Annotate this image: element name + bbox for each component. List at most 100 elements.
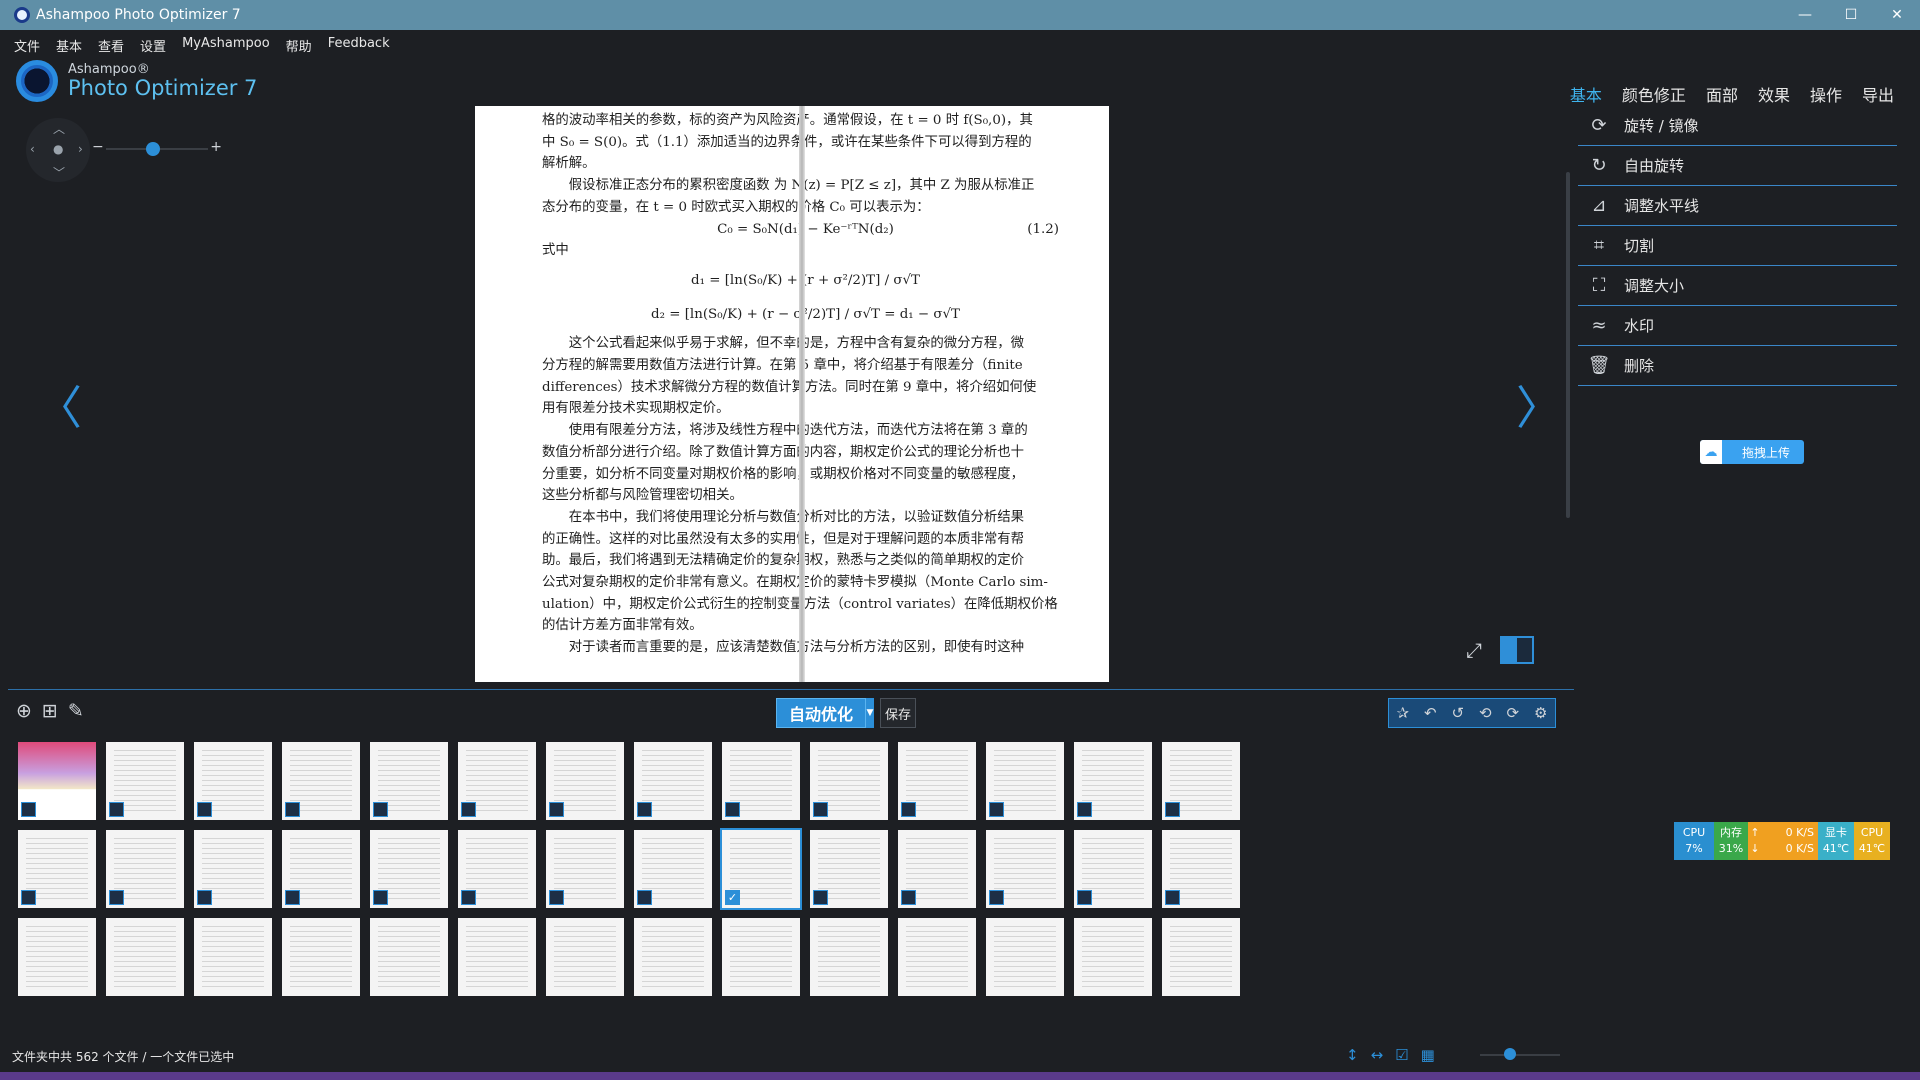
tool-resize[interactable]: ⛶ 调整大小 — [1578, 266, 1897, 306]
rotate-left-icon[interactable]: ⟲ — [1479, 704, 1492, 722]
grid-view-icon[interactable]: ▦ — [1421, 1046, 1435, 1064]
thumbnail-checkbox[interactable] — [109, 890, 124, 905]
thumbnail[interactable] — [1162, 742, 1240, 820]
thumbnail[interactable] — [18, 742, 96, 820]
zoom-knob[interactable] — [146, 142, 160, 156]
thumbnail-checkbox[interactable] — [1165, 890, 1180, 905]
thumbnail[interactable] — [634, 742, 712, 820]
chevron-right-icon[interactable]: › — [78, 142, 83, 156]
add-folder-icon[interactable]: ⊞ — [42, 700, 58, 722]
thumbnail-checkbox[interactable] — [21, 890, 36, 905]
viewer-scrollbar[interactable] — [1566, 172, 1570, 518]
thumbnail[interactable] — [722, 742, 800, 820]
menu-basic[interactable]: 基本 — [56, 36, 82, 55]
thumbnail[interactable] — [898, 830, 976, 908]
thumbnail[interactable] — [898, 918, 976, 996]
tab-export[interactable]: 导出 — [1862, 82, 1894, 108]
thumbnail-checkbox[interactable] — [285, 802, 300, 817]
fullscreen-icon[interactable]: ⤢ — [1466, 638, 1482, 662]
thumbnail[interactable] — [986, 742, 1064, 820]
thumbnail[interactable] — [370, 830, 448, 908]
thumbnail-checkbox[interactable] — [285, 890, 300, 905]
thumbnail[interactable] — [546, 918, 624, 996]
previous-image-icon[interactable]: 〈 — [36, 372, 82, 438]
thumbnail[interactable] — [106, 918, 184, 996]
tab-effects[interactable]: 效果 — [1758, 82, 1790, 108]
thumbnail-checkbox[interactable] — [197, 890, 212, 905]
zoom-slider[interactable]: − + — [92, 139, 222, 156]
thumbnail-checkbox[interactable] — [1077, 802, 1092, 817]
tool-delete[interactable]: 🗑 删除 — [1578, 346, 1897, 386]
thumbnail[interactable] — [370, 918, 448, 996]
thumbnail[interactable] — [282, 918, 360, 996]
chevron-left-icon[interactable]: ‹ — [30, 142, 35, 156]
thumbnail[interactable] — [18, 830, 96, 908]
thumbnail[interactable] — [458, 918, 536, 996]
minimize-icon[interactable]: — — [1782, 0, 1828, 30]
horizontal-fit-icon[interactable]: ↔ — [1371, 1046, 1384, 1064]
menu-myashampoo[interactable]: MyAshampoo — [182, 36, 270, 55]
save-button[interactable]: 保存 — [880, 698, 916, 728]
undo-icon[interactable]: ↶ — [1424, 704, 1437, 722]
thumbnail[interactable] — [194, 918, 272, 996]
thumbnail-checkbox[interactable] — [901, 802, 916, 817]
thumbnail-checkbox[interactable] — [109, 802, 124, 817]
thumbnail-checkbox[interactable] — [373, 802, 388, 817]
thumbnail-checkbox[interactable] — [1165, 802, 1180, 817]
pan-navigator[interactable]: ︿ ﹀ ‹ › ● — [26, 118, 90, 182]
menu-view[interactable]: 查看 — [98, 36, 124, 55]
thumbnail[interactable] — [194, 830, 272, 908]
thumbnail-checkbox[interactable] — [197, 802, 212, 817]
thumbnail-checkbox[interactable]: ✓ — [725, 890, 740, 905]
thumbnail-checkbox[interactable] — [373, 890, 388, 905]
tool-horizon[interactable]: ⊿ 调整水平线 — [1578, 186, 1897, 226]
menu-settings[interactable]: 设置 — [140, 36, 166, 55]
thumbnail[interactable] — [810, 742, 888, 820]
thumbnail[interactable] — [546, 742, 624, 820]
center-dot-icon[interactable]: ● — [53, 142, 63, 156]
upload-button[interactable]: ☁ 拖拽上传 — [1700, 440, 1804, 464]
tool-free-rotate[interactable]: ↻ 自由旋转 — [1578, 146, 1897, 186]
thumbnail[interactable] — [810, 830, 888, 908]
thumbnail-checkbox[interactable] — [989, 802, 1004, 817]
thumbnail-size-slider[interactable] — [1480, 1048, 1560, 1060]
thumbnail[interactable] — [106, 830, 184, 908]
tab-basic[interactable]: 基本 — [1570, 82, 1602, 108]
tool-rotate-mirror[interactable]: ⟳ 旋转 / 镜像 — [1578, 106, 1897, 146]
zoom-in-icon[interactable]: + — [210, 139, 222, 155]
star-icon[interactable]: ✰ — [1396, 704, 1409, 722]
thumbnail[interactable] — [634, 830, 712, 908]
thumbnail[interactable] — [898, 742, 976, 820]
thumbnail-checkbox[interactable] — [461, 890, 476, 905]
thumbnail[interactable] — [106, 742, 184, 820]
auto-optimize-button[interactable]: 自动优化 — [776, 698, 866, 728]
tool-crop[interactable]: ⌗ 切割 — [1578, 226, 1897, 266]
maximize-icon[interactable]: ☐ — [1828, 0, 1874, 30]
thumbnail[interactable] — [282, 830, 360, 908]
thumbnail[interactable] — [458, 830, 536, 908]
rotate-right-icon[interactable]: ⟳ — [1507, 704, 1520, 722]
thumbnail-checkbox[interactable] — [637, 802, 652, 817]
thumbnail[interactable] — [282, 742, 360, 820]
thumbnail[interactable] — [634, 918, 712, 996]
thumbnail[interactable] — [370, 742, 448, 820]
thumbnail[interactable] — [1074, 742, 1152, 820]
thumbnail-checkbox[interactable] — [725, 802, 740, 817]
next-image-icon[interactable]: 〉 — [1516, 372, 1562, 438]
chevron-down-icon[interactable]: ﹀ — [53, 164, 65, 181]
thumbnail[interactable] — [986, 830, 1064, 908]
clean-icon[interactable]: ✎ — [68, 700, 84, 722]
chevron-up-icon[interactable]: ︿ — [53, 120, 65, 137]
close-icon[interactable]: ✕ — [1874, 0, 1920, 30]
tab-face[interactable]: 面部 — [1706, 82, 1738, 108]
menu-feedback[interactable]: Feedback — [328, 36, 390, 55]
thumbnail[interactable] — [194, 742, 272, 820]
thumbnail[interactable] — [458, 742, 536, 820]
menu-help[interactable]: 帮助 — [286, 36, 312, 55]
auto-optimize-dropdown-icon[interactable]: ▼ — [866, 698, 874, 728]
thumbnail[interactable] — [1074, 918, 1152, 996]
tab-actions[interactable]: 操作 — [1810, 82, 1842, 108]
select-all-icon[interactable]: ☑ — [1395, 1046, 1408, 1064]
menu-file[interactable]: 文件 — [14, 36, 40, 55]
vertical-fit-icon[interactable]: ↕ — [1346, 1046, 1359, 1064]
